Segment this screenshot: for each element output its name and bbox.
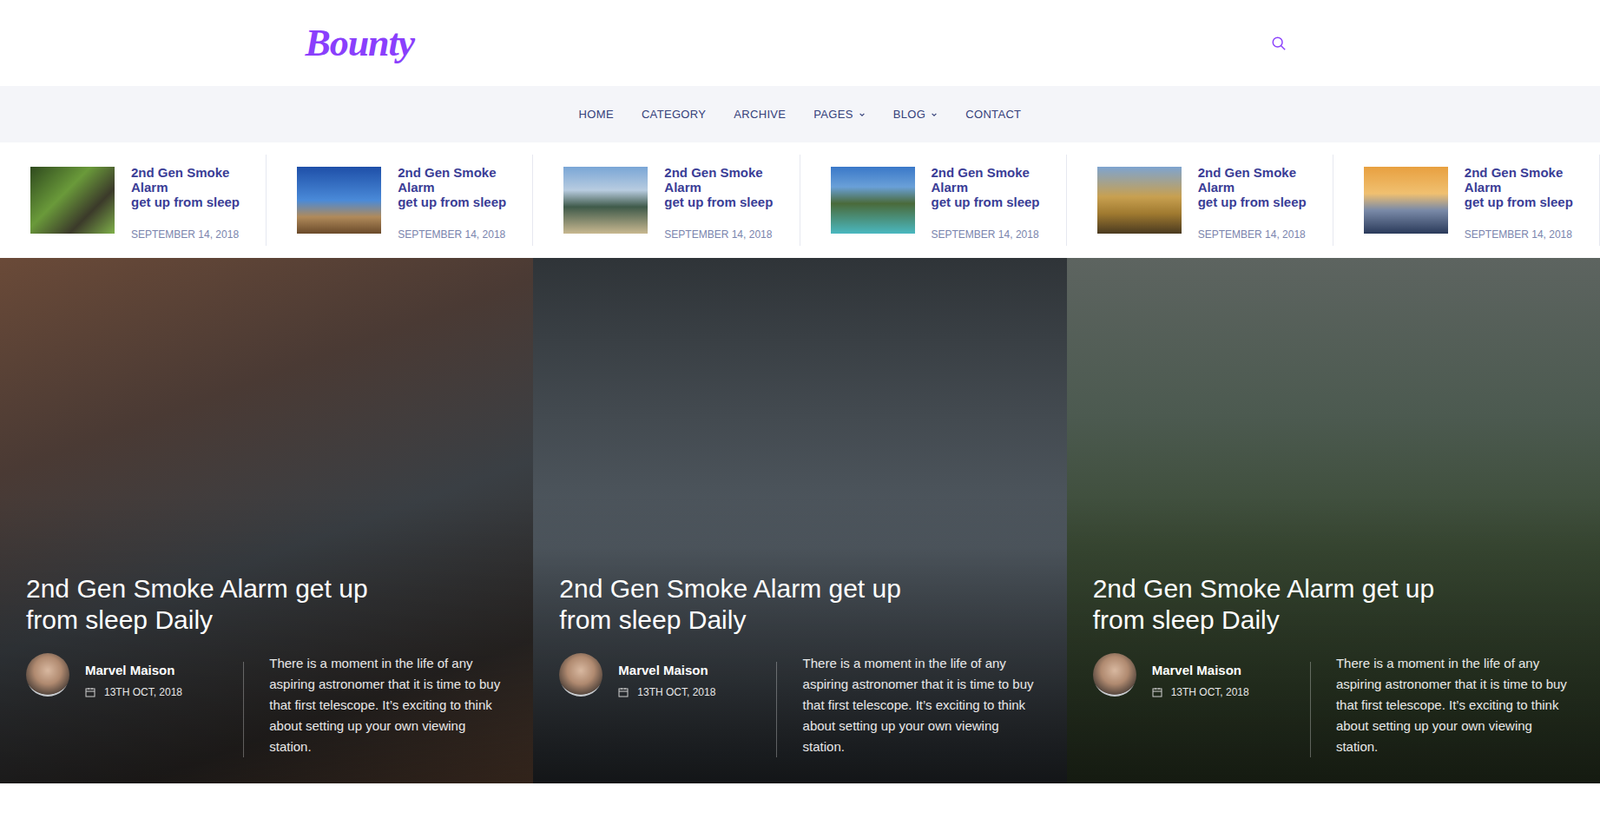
chevron-down-icon[interactable]	[858, 111, 866, 119]
post-content: 2nd Gen Smoke Alarm get up from sleep Da…	[0, 257, 534, 784]
post-title[interactable]: 2nd Gen Smoke Alarm get up from sleep Da…	[559, 572, 950, 636]
post-meta: Marvel Maison 13TH OCT, 2018 There is a mo…	[26, 652, 507, 758]
post-meta: Marvel Maison 13TH OCT, 2018 There is a mo…	[1093, 652, 1574, 758]
nav-item[interactable]: CONTACT	[965, 105, 1021, 124]
ticker-item[interactable]: 2nd Gen Smoke Alarmget up from sleep SEPT…	[1333, 154, 1600, 246]
nav-label[interactable]: CATEGORY	[641, 105, 706, 124]
ticker-title[interactable]: 2nd Gen Smoke Alarm	[397, 164, 515, 195]
featured-posts: 2nd Gen Smoke Alarm get up from sleep Da…	[0, 257, 1600, 784]
nav-label[interactable]: ARCHIVE	[733, 105, 786, 124]
post-divider	[243, 661, 244, 758]
post-author: Marvel Maison 13TH OCT, 2018	[559, 652, 751, 700]
nav-item[interactable]: CATEGORY	[641, 105, 706, 124]
ticker-thumbnail[interactable]	[1097, 166, 1182, 234]
avatar-icon	[26, 652, 70, 697]
post-card[interactable]: 2nd Gen Smoke Alarm get up from sleep Da…	[533, 257, 1067, 784]
post-content: 2nd Gen Smoke Alarm get up from sleep Da…	[533, 257, 1067, 784]
author-name[interactable]: Marvel Maison	[85, 660, 183, 681]
nav-label[interactable]: CONTACT	[965, 105, 1021, 124]
post-title[interactable]: 2nd Gen Smoke Alarm get up from sleep Da…	[1093, 572, 1484, 636]
ticker-thumbnail[interactable]	[1363, 166, 1449, 234]
ticker-text: 2nd Gen Smoke Alarmget up from sleep SEPT…	[1198, 154, 1316, 243]
nav-label[interactable]: BLOG	[893, 105, 926, 124]
ticker-item[interactable]: 2nd Gen Smoke Alarmget up from sleep SEPT…	[1066, 154, 1334, 246]
post-date: 13TH OCT, 2018	[104, 684, 183, 700]
post-content: 2nd Gen Smoke Alarm get up from sleep Da…	[1066, 257, 1600, 784]
ticker-text: 2nd Gen Smoke Alarmget up from sleep SEPT…	[131, 154, 249, 243]
author-name[interactable]: Marvel Maison	[1152, 660, 1250, 681]
ticker-thumbnail[interactable]	[296, 166, 382, 234]
ticker-text: 2nd Gen Smoke Alarmget up from sleep SEPT…	[664, 154, 782, 243]
ticker-strip: 2nd Gen Smoke Alarmget up from sleepSEPT…	[0, 142, 1600, 258]
ticker-thumbnail[interactable]	[830, 166, 916, 234]
ticker-title[interactable]: 2nd Gen Smoke Alarm	[1198, 164, 1316, 195]
author-info: Marvel Maison 13TH OCT, 2018	[1152, 652, 1250, 700]
post-excerpt: There is a moment in the life of any asp…	[1336, 652, 1574, 758]
ticker-title[interactable]: 2nd Gen Smoke Alarm	[1464, 164, 1582, 195]
calendar-icon	[1152, 686, 1163, 698]
ticker-thumbnail[interactable]	[563, 166, 648, 234]
ticker-thumbnail[interactable]	[30, 166, 115, 234]
ticker-subtitle[interactable]: get up from sleep	[1464, 194, 1582, 210]
post-author: Marvel Maison 13TH OCT, 2018	[1093, 652, 1284, 700]
ticker-subtitle[interactable]: get up from sleep	[931, 194, 1049, 210]
ticker-subtitle[interactable]: get up from sleep	[664, 194, 782, 210]
author-info: Marvel Maison 13TH OCT, 2018	[85, 652, 183, 700]
ticker-date: SEPTEMBER 14, 2018	[1464, 226, 1582, 243]
nav-label[interactable]: HOME	[579, 105, 614, 124]
post-meta: Marvel Maison 13TH OCT, 2018 There is a mo…	[559, 652, 1041, 758]
calendar-icon	[618, 686, 629, 698]
ticker-subtitle[interactable]: get up from sleep	[131, 194, 249, 210]
post-date-row: 13TH OCT, 2018	[85, 684, 183, 700]
author-name[interactable]: Marvel Maison	[618, 660, 716, 681]
ticker-date: SEPTEMBER 14, 2018	[397, 226, 515, 243]
post-author: Marvel Maison 13TH OCT, 2018	[26, 652, 218, 700]
post-card[interactable]: 2nd Gen Smoke Alarm get up from sleep Da…	[0, 257, 534, 784]
ticker-subtitle[interactable]: get up from sleep	[397, 194, 515, 210]
nav-item[interactable]: ARCHIVE	[733, 105, 786, 124]
post-date-row: 13TH OCT, 2018	[1152, 684, 1250, 700]
ticker-text: 2nd Gen Smoke Alarmget up from sleep SEPT…	[1464, 154, 1582, 243]
avatar-icon	[1093, 652, 1137, 697]
post-divider	[776, 661, 777, 758]
ticker-date: SEPTEMBER 14, 2018	[1198, 226, 1316, 243]
logo[interactable]: Bounty	[305, 24, 415, 63]
post-excerpt: There is a moment in the life of any asp…	[269, 652, 507, 758]
post-date-row: 13TH OCT, 2018	[618, 684, 716, 700]
ticker-date: SEPTEMBER 14, 2018	[931, 226, 1049, 243]
avatar-icon	[559, 652, 603, 697]
ticker-text: 2nd Gen Smoke Alarmget up from sleep SEPT…	[397, 154, 515, 243]
nav-label[interactable]: PAGES	[813, 105, 853, 124]
main-nav: HOME CATEGORY ARCHIVE PAGES BLOG CONTACT	[0, 85, 1600, 143]
search-icon[interactable]	[1270, 35, 1287, 52]
nav-item[interactable]: PAGES	[813, 105, 865, 124]
ticker-item[interactable]: 2nd Gen Smoke Alarmget up from sleep SEPT…	[533, 154, 800, 246]
ticker-date: SEPTEMBER 14, 2018	[664, 226, 782, 243]
ticker-date: SEPTEMBER 14, 2018	[131, 226, 249, 243]
post-excerpt: There is a moment in the life of any asp…	[803, 652, 1041, 758]
post-divider	[1310, 661, 1311, 758]
nav-item[interactable]: BLOG	[893, 105, 938, 124]
chevron-down-icon[interactable]	[930, 111, 938, 119]
post-title[interactable]: 2nd Gen Smoke Alarm get up from sleep Da…	[26, 572, 417, 636]
post-date: 13TH OCT, 2018	[637, 684, 716, 700]
ticker-title[interactable]: 2nd Gen Smoke Alarm	[664, 164, 782, 195]
calendar-icon	[85, 686, 96, 698]
post-date: 13TH OCT, 2018	[1171, 684, 1250, 700]
nav-item[interactable]: HOME	[579, 105, 614, 124]
post-card[interactable]: 2nd Gen Smoke Alarm get up from sleep Da…	[1066, 257, 1600, 784]
ticker-title[interactable]: 2nd Gen Smoke Alarm	[131, 164, 249, 195]
ticker-text: 2nd Gen Smoke Alarmget up from sleep SEPT…	[931, 154, 1049, 243]
ticker-title[interactable]: 2nd Gen Smoke Alarm	[931, 164, 1049, 195]
author-info: Marvel Maison 13TH OCT, 2018	[618, 652, 716, 700]
ticker-item[interactable]: 2nd Gen Smoke Alarmget up from sleep SEPT…	[800, 154, 1067, 246]
ticker-item[interactable]: 2nd Gen Smoke Alarmget up from sleep SEPT…	[0, 154, 267, 246]
ticker-item[interactable]: 2nd Gen Smoke Alarmget up from sleep SEPT…	[266, 154, 534, 246]
ticker-subtitle[interactable]: get up from sleep	[1198, 194, 1316, 210]
